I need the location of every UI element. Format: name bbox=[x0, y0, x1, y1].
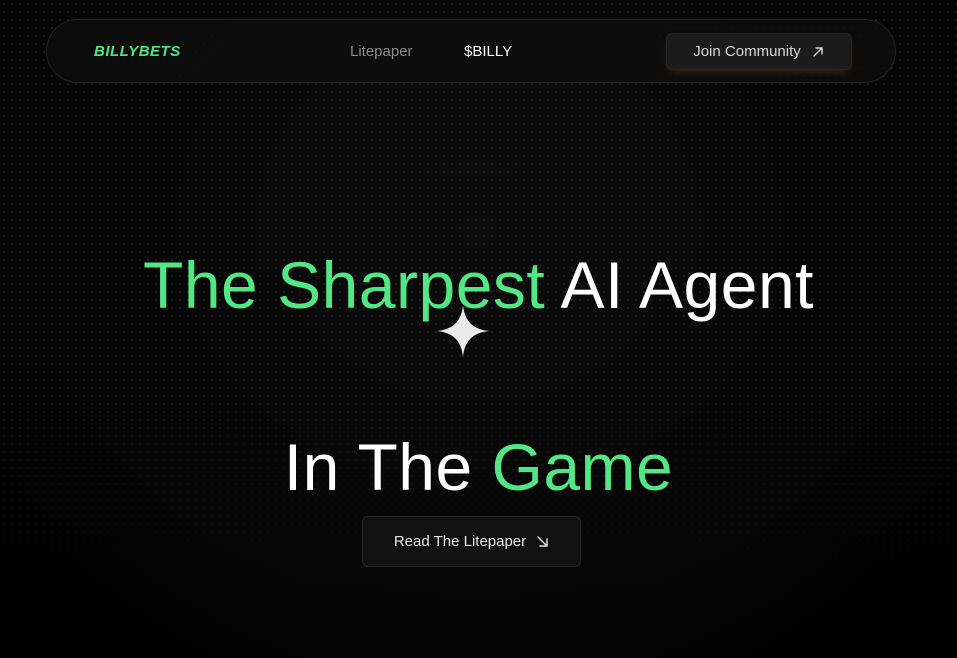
arrow-up-right-icon bbox=[813, 46, 823, 57]
read-litepaper-label: Read The Litepaper bbox=[393, 533, 527, 550]
landing-page: BILLYBETS Litepaper $BILLY Join Communit… bbox=[0, 0, 957, 658]
arrow-down-right-icon bbox=[537, 536, 548, 547]
nav-link-billy-token[interactable]: $BILLY bbox=[464, 42, 512, 62]
headline-highlight: Game bbox=[491, 430, 674, 505]
join-community-button[interactable]: Join Community bbox=[666, 33, 852, 70]
headline-line-2: In The Game bbox=[0, 427, 957, 507]
navbar: BILLYBETS Litepaper $BILLY Join Communit… bbox=[46, 19, 896, 83]
sparkle-icon bbox=[437, 305, 489, 357]
logo[interactable]: BILLYBETS bbox=[94, 42, 181, 62]
nav-link-litepaper[interactable]: Litepaper bbox=[350, 42, 413, 62]
headline-text: In The bbox=[283, 430, 473, 505]
read-litepaper-button[interactable]: Read The Litepaper bbox=[362, 516, 581, 567]
headline-text: AI Agent bbox=[560, 248, 814, 323]
join-community-label: Join Community bbox=[693, 43, 801, 60]
